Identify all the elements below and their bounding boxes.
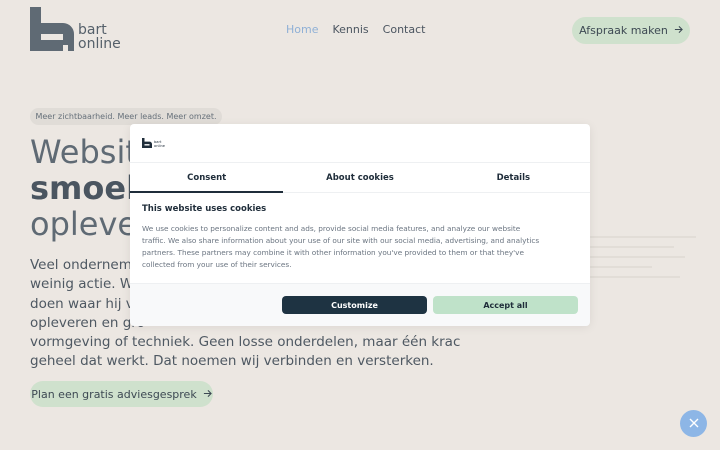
chat-icon [688, 414, 700, 433]
cookie-dialog-logo: bart online [142, 138, 165, 148]
cookie-dialog: bart online Consent About cookies Detail… [130, 124, 590, 326]
tab-details[interactable]: Details [437, 163, 590, 192]
cookie-text-line: traffic. We also share information about… [142, 236, 540, 245]
accept-all-button[interactable]: Accept all [433, 296, 578, 314]
chat-button[interactable] [680, 410, 707, 437]
tab-consent[interactable]: Consent [130, 163, 284, 193]
cookie-description: We use cookies to personalize content an… [142, 223, 582, 271]
tab-about-cookies[interactable]: About cookies [283, 163, 436, 192]
cookie-text-line: partners. These partners may combine it … [142, 248, 524, 257]
cookie-text-line: collected from your use of their service… [142, 260, 292, 269]
customize-button[interactable]: Customize [282, 296, 427, 314]
cookie-button-row: Customize Accept all [130, 283, 590, 326]
cookie-text-line: We use cookies to personalize content an… [142, 224, 521, 233]
cookie-logo-wordmark: bart online [154, 140, 165, 148]
cookie-logo-line-2: online [154, 144, 165, 148]
cookie-tabs: Consent About cookies Details [130, 162, 590, 193]
logo-icon [142, 138, 152, 148]
cookie-title: This website uses cookies [142, 204, 267, 214]
